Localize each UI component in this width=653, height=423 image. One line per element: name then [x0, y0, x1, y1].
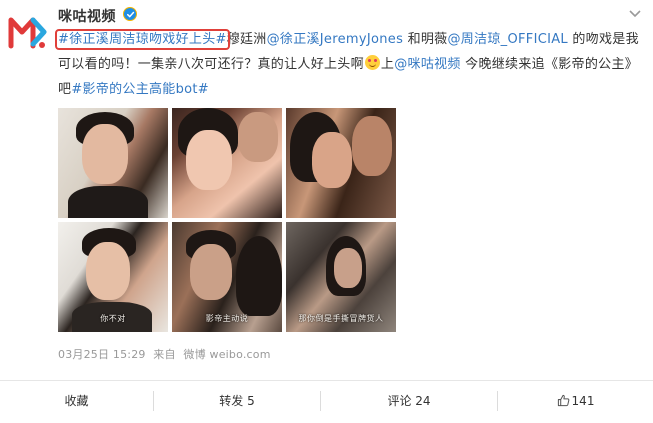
comment-label: 评论 24 [387, 394, 431, 408]
post-image[interactable]: 你不对 [58, 222, 168, 332]
verified-badge-icon [123, 7, 137, 21]
like-button[interactable]: 141 [498, 381, 653, 421]
post-image[interactable] [286, 108, 396, 218]
topic-link-highlighted[interactable]: #徐正溪周洁琼吻戏好上头# [55, 29, 230, 50]
post-image[interactable]: 影帝主动说 [172, 222, 282, 332]
source-prefix: 来自 [153, 348, 176, 361]
post-image[interactable] [58, 108, 168, 218]
repost-label: 转发 5 [219, 394, 255, 408]
like-count: 141 [571, 394, 595, 408]
favorite-label: 收藏 [64, 394, 89, 408]
topic-link[interactable]: #影帝的公主高能bot# [71, 82, 209, 97]
chevron-down-icon[interactable] [627, 8, 643, 20]
thumbs-up-icon [557, 394, 570, 407]
weibo-post: 咪咕视频 #徐正溪周洁琼吻戏好上头#穆廷洲@徐正溪JeremyJones 和明薇… [0, 0, 653, 423]
post-text-segment: 和明薇 [403, 32, 448, 47]
mention-link[interactable]: @周洁琼_OFFICIAL [447, 32, 567, 47]
post-image[interactable]: 那你倒是手撕冒牌货人 [286, 222, 396, 332]
post-meta: 03月25日 15:29 来自 微博 weibo.com [58, 346, 275, 362]
smile-emoji-icon [364, 55, 380, 70]
image-grid: 你不对 影帝主动说 那你倒是手撕冒牌货人 [58, 108, 398, 332]
comment-button[interactable]: 评论 24 [321, 381, 497, 421]
mention-link[interactable]: @徐正溪JeremyJones [267, 32, 404, 47]
post-text-segment: 上 [380, 57, 395, 72]
post-source[interactable]: 微博 weibo.com [183, 348, 270, 361]
account-name[interactable]: 咪咕视频 [58, 6, 116, 26]
post-timestamp[interactable]: 03月25日 15:29 [58, 348, 146, 361]
post-text: #徐正溪周洁琼吻戏好上头#穆廷洲@徐正溪JeremyJones 和明薇@周洁琼_… [55, 27, 648, 102]
repost-button[interactable]: 转发 5 [154, 381, 320, 421]
favorite-button[interactable]: 收藏 [0, 381, 153, 421]
post-image[interactable] [172, 108, 282, 218]
action-bar: 收藏 转发 5 评论 24 141 [0, 380, 653, 420]
mention-link[interactable]: @咪咕视频 [394, 57, 461, 72]
post-text-segment: 穆廷洲 [226, 32, 267, 47]
migu-logo-icon[interactable] [6, 10, 50, 54]
